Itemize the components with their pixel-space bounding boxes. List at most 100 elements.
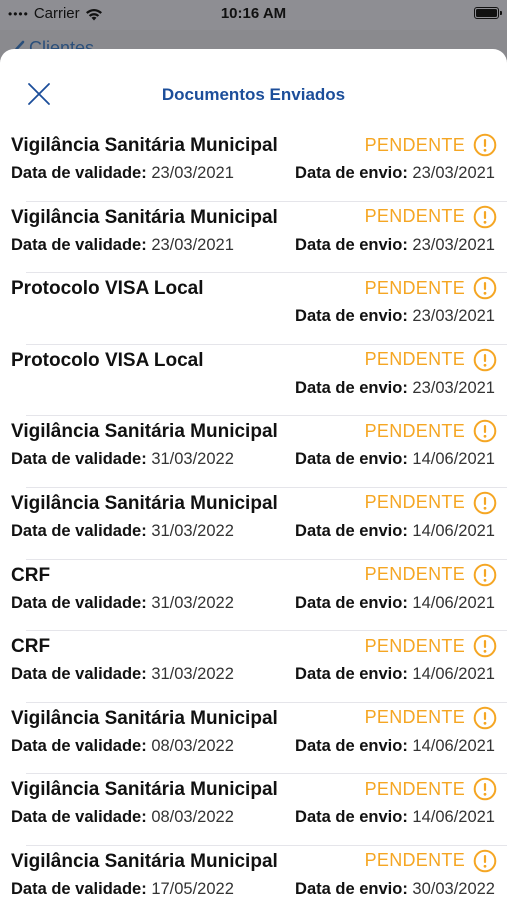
alert-circle-icon [473, 849, 497, 873]
sent-label: Data de envio: [295, 235, 408, 254]
document-row[interactable]: Vigilância Sanitária Municipal PENDENTE Da… [0, 486, 507, 559]
sent-date: Data de envio: 23/03/2021 [295, 236, 495, 255]
clock: 10:16 AM [220, 5, 287, 22]
document-row[interactable]: Vigilância Sanitária Municipal PENDENTE Da… [0, 701, 507, 774]
document-name: Protocolo VISA Local [11, 278, 204, 300]
document-row[interactable]: Vigilância Sanitária Municipal PENDENTE Da… [0, 200, 507, 273]
sent-date: Data de envio: 23/03/2021 [295, 307, 495, 326]
sent-label: Data de envio: [295, 808, 408, 827]
document-name: Protocolo VISA Local [11, 349, 204, 371]
document-row[interactable]: Vigilância Sanitária Municipal PENDENTE Da… [0, 129, 507, 201]
validity-value: 23/03/2021 [151, 235, 234, 254]
status-badge: PENDENTE [365, 706, 497, 730]
alert-circle-icon [473, 276, 497, 300]
status-badge: PENDENTE [365, 276, 497, 300]
sent-value: 30/03/2022 [412, 879, 495, 898]
sent-label: Data de envio: [295, 593, 408, 612]
validity-value: 31/03/2022 [151, 665, 234, 684]
validity-date: Data de validade: 17/05/2022 [11, 880, 234, 899]
sent-label: Data de envio: [295, 378, 408, 397]
status-badge: PENDENTE [365, 205, 497, 229]
sent-value: 14/06/2021 [412, 736, 495, 755]
alert-circle-icon [473, 634, 497, 658]
document-name: CRF [11, 636, 51, 658]
validity-date: Data de validade: 23/03/2021 [11, 236, 234, 255]
sent-label: Data de envio: [295, 164, 408, 182]
sent-label: Data de envio: [295, 307, 408, 326]
sent-label: Data de envio: [295, 736, 408, 755]
status-badge: PENDENTE [365, 133, 497, 157]
validity-value: 17/05/2022 [151, 879, 234, 898]
sent-value: 14/06/2021 [412, 808, 495, 827]
document-row[interactable]: CRF PENDENTE Data de validade: 31/03/2022 D… [0, 558, 507, 631]
document-row[interactable]: Vigilância Sanitária Municipal PENDENTE Da… [0, 844, 507, 900]
status-text: PENDENTE [364, 778, 465, 799]
document-name: CRF [11, 564, 51, 586]
sent-label: Data de envio: [295, 450, 408, 469]
alert-circle-icon [473, 778, 497, 801]
document-name: Vigilância Sanitária Municipal [11, 850, 278, 872]
status-badge: PENDENTE [365, 419, 497, 443]
alert-circle-icon [473, 133, 497, 157]
status-badge: PENDENTE [365, 849, 497, 873]
sent-date: Data de envio: 23/03/2021 [295, 164, 495, 183]
alert-circle-icon [473, 205, 497, 228]
document-name: Vigilância Sanitária Municipal [11, 707, 278, 729]
alert-circle-icon [473, 491, 497, 515]
status-text: PENDENTE [364, 277, 465, 298]
status-text: PENDENTE [364, 707, 465, 728]
status-text: PENDENTE [364, 635, 465, 656]
validity-label: Data de validade: [11, 736, 147, 755]
alert-circle-icon [473, 706, 497, 730]
alert-circle-icon [473, 348, 497, 372]
document-name: Vigilância Sanitária Municipal [11, 135, 278, 156]
alert-circle-icon [473, 420, 497, 443]
sent-value: 23/03/2021 [412, 164, 495, 182]
sent-value: 14/06/2021 [412, 450, 495, 469]
validity-date: Data de validade: 31/03/2022 [11, 522, 234, 541]
status-text: PENDENTE [364, 492, 465, 513]
status-text: PENDENTE [364, 564, 465, 585]
document-name: Vigilância Sanitária Municipal [11, 206, 278, 228]
status-text: PENDENTE [364, 850, 465, 871]
status-text: PENDENTE [364, 206, 465, 227]
sent-date: Data de envio: 14/06/2021 [295, 522, 495, 541]
sent-date: Data de envio: 14/06/2021 [295, 665, 495, 684]
document-row[interactable]: Protocolo VISA Local PENDENTE Data de envi… [0, 272, 507, 344]
sent-label: Data de envio: [295, 521, 408, 540]
validity-value: 31/03/2022 [151, 593, 234, 612]
validity-value: 23/03/2021 [151, 164, 234, 182]
validity-label: Data de validade: [11, 521, 147, 540]
validity-date: Data de validade: 08/03/2022 [11, 808, 234, 827]
validity-date: Data de validade: 31/03/2022 [11, 594, 234, 613]
status-bar: •••• Carrier 10:16 AM [0, 0, 507, 30]
document-row[interactable]: Vigilância Sanitária Municipal PENDENTE Da… [0, 773, 507, 845]
validity-label: Data de validade: [11, 879, 147, 898]
document-row[interactable]: Vigilância Sanitária Municipal PENDENTE Da… [0, 415, 507, 487]
validity-date: Data de validade: 31/03/2022 [11, 665, 234, 684]
document-row[interactable]: CRF PENDENTE Data de validade: 31/03/2022 D… [0, 630, 507, 702]
battery-icon [474, 7, 502, 19]
document-row[interactable]: Protocolo VISA Local PENDENTE Data de envi… [0, 343, 507, 416]
validity-value: 31/03/2022 [151, 521, 234, 540]
document-name: Vigilância Sanitária Municipal [11, 779, 278, 801]
validity-date: Data de validade: 23/03/2021 [11, 164, 234, 183]
sent-label: Data de envio: [295, 879, 408, 898]
status-badge: PENDENTE [365, 634, 497, 658]
validity-label: Data de validade: [11, 450, 147, 469]
sent-date: Data de envio: 23/03/2021 [295, 379, 495, 398]
sent-date: Data de envio: 14/06/2021 [295, 808, 495, 827]
validity-date: Data de validade: 08/03/2022 [11, 737, 234, 756]
status-text: PENDENTE [364, 349, 465, 370]
status-badge: PENDENTE [365, 777, 497, 801]
status-badge: PENDENTE [365, 491, 497, 515]
sent-date: Data de envio: 30/03/2022 [295, 880, 495, 899]
status-badge: PENDENTE [365, 348, 497, 372]
documents-list: Vigilância Sanitária Municipal PENDENTE Da… [0, 129, 507, 900]
validity-value: 08/03/2022 [151, 736, 234, 755]
validity-label: Data de validade: [11, 665, 147, 684]
validity-label: Data de validade: [11, 593, 147, 612]
validity-value: 31/03/2022 [151, 450, 234, 469]
sent-value: 23/03/2021 [412, 235, 495, 254]
sheet-header: Documentos Enviados [0, 49, 507, 139]
